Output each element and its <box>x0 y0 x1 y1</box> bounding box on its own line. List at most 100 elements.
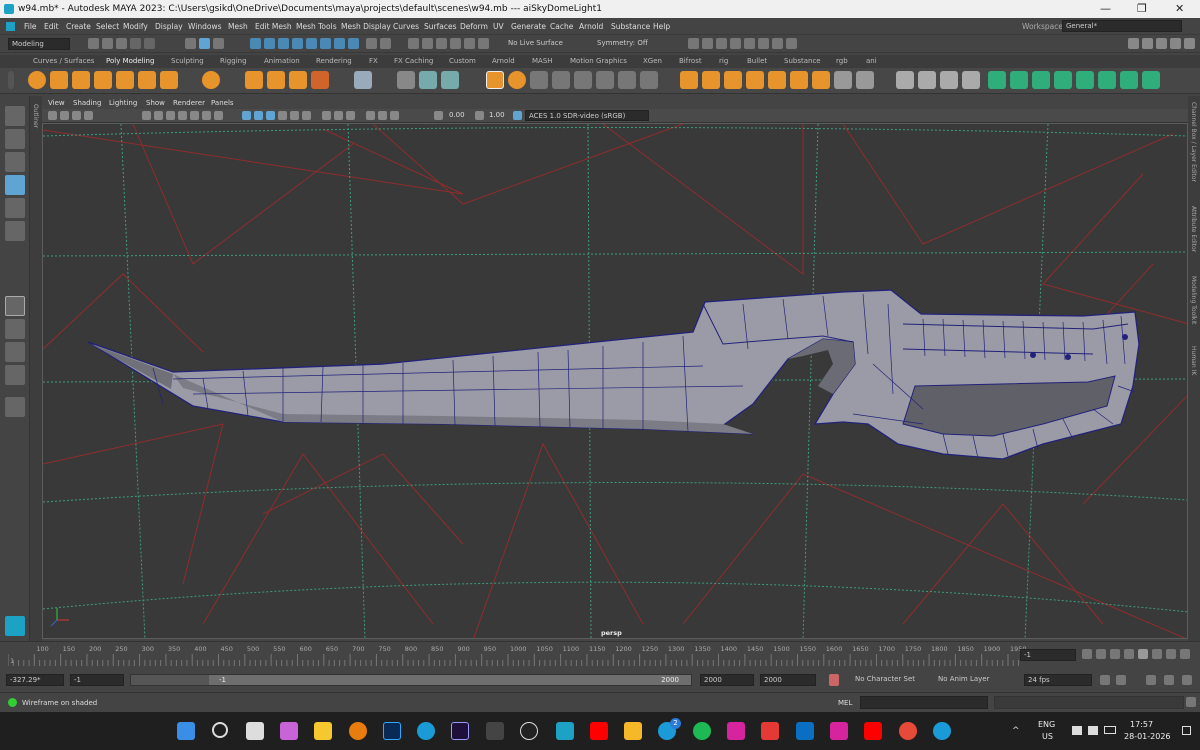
sound-icon[interactable] <box>1116 675 1126 685</box>
pause-icon[interactable] <box>786 38 797 49</box>
poly-cone-icon[interactable] <box>94 71 112 89</box>
menu-mesh-tools[interactable]: Mesh Tools <box>296 22 337 31</box>
pick-mask-icon[interactable] <box>320 38 331 49</box>
playback-end-field[interactable]: 2000 <box>700 674 754 686</box>
smooth-shade-icon[interactable] <box>254 111 263 120</box>
input-language[interactable]: ENG <box>1038 720 1055 729</box>
modeling-toolkit-tab[interactable]: Modeling Toolkit <box>1190 276 1197 324</box>
script-editor-icon[interactable] <box>1186 697 1196 707</box>
rigid-body-icon[interactable] <box>1032 71 1050 89</box>
select-tool-icon[interactable] <box>5 106 25 126</box>
menu-uv[interactable]: UV <box>493 22 504 31</box>
file-explorer-icon[interactable] <box>624 722 642 740</box>
menu-generate[interactable]: Generate <box>511 22 546 31</box>
anim-layer-dropdown[interactable]: No Anim Layer <box>935 674 1017 686</box>
select-component-icon[interactable] <box>213 38 224 49</box>
arnold-light-icon[interactable] <box>486 71 504 89</box>
minimize-button[interactable]: — <box>1100 2 1111 15</box>
youtube-icon[interactable] <box>590 722 608 740</box>
snap-vertex-icon[interactable] <box>464 38 475 49</box>
attribute-editor-tab[interactable]: Attribute Editor <box>1190 206 1197 252</box>
uv-layout-icon[interactable] <box>918 71 936 89</box>
arnold-render-icon[interactable] <box>772 38 783 49</box>
playback-start-field[interactable]: -1 <box>70 674 124 686</box>
select-hierarchy-icon[interactable] <box>185 38 196 49</box>
character-set-dropdown[interactable]: No Character Set <box>852 674 932 686</box>
clock-date[interactable]: 28-01-2026 <box>1124 732 1171 741</box>
sticky-notes-icon[interactable] <box>314 722 332 740</box>
pick-mask-icon[interactable] <box>334 38 345 49</box>
scene-start-field[interactable]: -327.29* <box>6 674 64 686</box>
shelf-tab-motion-graphics[interactable]: Motion Graphics <box>570 57 627 65</box>
redo-icon[interactable] <box>144 38 155 49</box>
snap-view-icon[interactable] <box>436 38 447 49</box>
shelf-tab-bullet[interactable]: Bullet <box>747 57 767 65</box>
cloth-icon[interactable] <box>1076 71 1094 89</box>
viewport-menu-lighting[interactable]: Lighting <box>109 99 137 107</box>
new-scene-icon[interactable] <box>88 38 99 49</box>
render-settings-icon[interactable] <box>744 38 755 49</box>
collapse-icon[interactable] <box>640 71 658 89</box>
uv-editor-icon[interactable] <box>896 71 914 89</box>
poly-disc-icon[interactable] <box>160 71 178 89</box>
spotify-icon[interactable] <box>693 722 711 740</box>
bullet-icon[interactable] <box>1010 71 1028 89</box>
current-frame-field[interactable]: -1 <box>1020 649 1076 661</box>
poly-cylinder-icon[interactable] <box>72 71 90 89</box>
youtube-icon[interactable] <box>864 722 882 740</box>
exposure-value[interactable]: 0.00 <box>449 111 465 119</box>
two-view-icon[interactable] <box>5 342 25 362</box>
poly-plane-icon[interactable] <box>116 71 134 89</box>
wireframe-on-shaded-icon[interactable] <box>266 111 275 120</box>
windows-start-icon[interactable] <box>177 722 195 740</box>
pick-mask-icon[interactable] <box>292 38 303 49</box>
xray-icon[interactable] <box>378 111 387 120</box>
viewport-menu-show[interactable]: Show <box>146 99 165 107</box>
bifrost-icon[interactable] <box>988 71 1006 89</box>
save-scene-icon[interactable] <box>116 38 127 49</box>
task-view-icon[interactable] <box>246 722 264 740</box>
shelf-tab-substance[interactable]: Substance <box>784 57 821 65</box>
viewport-menu-panels[interactable]: Panels <box>211 99 234 107</box>
channel-box-icon[interactable] <box>1184 38 1195 49</box>
bookmark-icon[interactable] <box>72 111 81 120</box>
shelf-tab-rgb[interactable]: rgb <box>836 57 848 65</box>
soft-body-icon[interactable] <box>1054 71 1072 89</box>
paint-select-icon[interactable] <box>5 152 25 172</box>
range-slider-handle[interactable] <box>209 675 691 685</box>
color-management-icon[interactable] <box>513 111 522 120</box>
pick-mask-icon[interactable] <box>264 38 275 49</box>
settings-icon[interactable] <box>1182 675 1192 685</box>
grid-icon[interactable] <box>142 111 151 120</box>
shelf-tab-sculpting[interactable]: Sculpting <box>171 57 204 65</box>
shelf-tab-ani[interactable]: ani <box>866 57 877 65</box>
bridge-icon[interactable] <box>552 71 570 89</box>
pick-mask-icon[interactable] <box>306 38 317 49</box>
poly-cube-icon[interactable] <box>50 71 68 89</box>
append-icon[interactable] <box>596 71 614 89</box>
menu-surfaces[interactable]: Surfaces <box>424 22 456 31</box>
viewport-menu-view[interactable]: View <box>48 99 65 107</box>
play-forwards-icon[interactable] <box>1138 649 1148 659</box>
gamma-value[interactable]: 1.00 <box>489 111 505 119</box>
quad-draw-icon[interactable] <box>790 71 808 89</box>
menu-edit[interactable]: Edit <box>44 22 59 31</box>
blender-icon[interactable] <box>349 722 367 740</box>
tool-settings-icon[interactable] <box>1170 38 1181 49</box>
range-slider-bar[interactable]: -1 2000 <box>130 674 692 686</box>
go-to-end-icon[interactable] <box>1180 649 1190 659</box>
ambient-occlusion-icon[interactable] <box>322 111 331 120</box>
edge-icon[interactable] <box>933 722 951 740</box>
smooth-mesh-icon[interactable] <box>856 71 874 89</box>
home-icon[interactable] <box>6 22 15 31</box>
symmetry-dropdown[interactable]: Symmetry: Off <box>594 38 666 50</box>
field-chart-icon[interactable] <box>190 111 199 120</box>
resolution-gate-icon[interactable] <box>166 111 175 120</box>
tray-chevron-icon[interactable]: ^ <box>1012 726 1020 736</box>
shelf-tab-arnold[interactable]: Arnold <box>492 57 515 65</box>
hypershade-icon[interactable] <box>758 38 769 49</box>
select-object-icon[interactable] <box>199 38 210 49</box>
anti-alias-icon[interactable] <box>346 111 355 120</box>
open-scene-icon[interactable] <box>102 38 113 49</box>
fill-hole-icon[interactable] <box>574 71 592 89</box>
